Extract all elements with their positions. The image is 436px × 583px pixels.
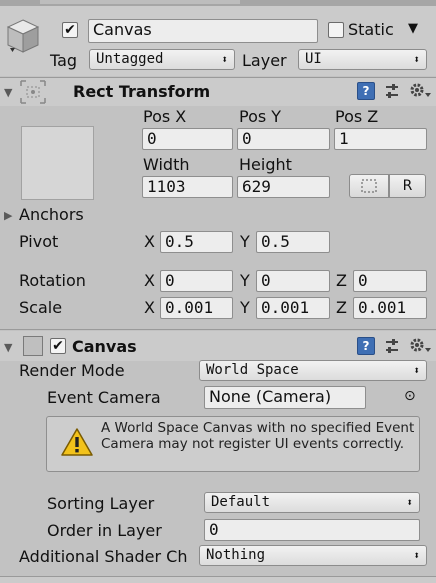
pivot-y-field[interactable]: 0.5	[256, 231, 330, 253]
warning-icon	[61, 427, 93, 457]
pos-y-label: Pos Y	[239, 107, 282, 126]
rotation-x-field[interactable]: 0	[160, 270, 233, 292]
pos-z-label: Pos Z	[335, 107, 379, 126]
raw-edit-button[interactable]: R	[389, 174, 426, 198]
rotation-label: Rotation	[19, 271, 86, 290]
rotation-x-axis-label[interactable]: X	[144, 271, 155, 290]
scale-y-axis-label[interactable]: Y	[240, 298, 250, 317]
rect-transform-title: Rect Transform	[73, 82, 211, 101]
help-icon[interactable]: ?	[357, 82, 375, 100]
layer-label: Layer	[242, 51, 287, 70]
warning-text: A World Space Canvas with no specified E…	[101, 420, 415, 452]
pos-z-field[interactable]: 1	[334, 128, 427, 150]
blueprint-mode-button[interactable]	[349, 174, 389, 198]
dropdown-arrow-icon: ⬍	[406, 496, 413, 509]
canvas-component-title: Canvas	[72, 337, 137, 356]
pivot-label: Pivot	[19, 232, 59, 251]
sorting-layer-dropdown[interactable]: Default ⬍	[204, 492, 420, 513]
tag-value: Untagged	[96, 51, 164, 67]
width-label: Width	[143, 155, 190, 174]
static-label: Static	[348, 20, 394, 39]
static-checkbox[interactable]	[328, 22, 344, 38]
render-mode-value: World Space	[206, 362, 299, 378]
gameobject-cube-icon	[6, 18, 40, 54]
help-icon[interactable]: ?	[357, 337, 375, 355]
tab-remnant	[40, 0, 240, 4]
pivot-y-axis-label[interactable]: Y	[240, 232, 250, 251]
static-dropdown-icon[interactable]: ▼	[408, 21, 418, 36]
shader-channels-value: Nothing	[206, 547, 266, 563]
pivot-x-field[interactable]: 0.5	[160, 231, 233, 253]
pivot-x-axis-label[interactable]: X	[144, 232, 155, 251]
sorting-layer-value: Default	[211, 494, 271, 510]
render-mode-dropdown[interactable]: World Space ⬍	[199, 360, 427, 381]
order-in-layer-field[interactable]: 0	[204, 519, 420, 541]
fold-right-icon[interactable]: ▶	[4, 209, 12, 222]
dropdown-arrow-icon: ⬍	[221, 53, 228, 66]
scale-z-axis-label[interactable]: Z	[336, 298, 347, 317]
event-camera-field[interactable]: None (Camera)	[204, 386, 366, 409]
width-field[interactable]: 1103	[142, 176, 233, 198]
next-component-header	[0, 577, 436, 583]
gear-icon[interactable]	[409, 81, 431, 99]
layer-value: UI	[305, 51, 322, 67]
shader-channels-dropdown[interactable]: Nothing ⬍	[199, 545, 427, 566]
rotation-z-field[interactable]: 0	[353, 270, 427, 292]
dropdown-arrow-icon: ⬍	[413, 549, 420, 562]
layer-dropdown[interactable]: UI ⬍	[298, 49, 427, 70]
fold-down-icon[interactable]: ▼	[4, 86, 12, 99]
scale-z-field[interactable]: 0.001	[353, 297, 427, 319]
rotation-y-field[interactable]: 0	[256, 270, 330, 292]
rotation-y-axis-label[interactable]: Y	[240, 271, 250, 290]
render-mode-label: Render Mode	[19, 361, 125, 380]
rotation-z-axis-label[interactable]: Z	[336, 271, 347, 290]
object-picker-icon[interactable]: ⊙	[404, 388, 416, 404]
gear-icon[interactable]	[409, 336, 431, 354]
order-in-layer-label: Order in Layer	[47, 521, 162, 540]
scale-y-field[interactable]: 0.001	[256, 297, 330, 319]
dropdown-arrow-icon: ⬍	[413, 364, 420, 377]
scale-x-field[interactable]: 0.001	[160, 297, 233, 319]
pos-x-field[interactable]: 0	[142, 128, 233, 150]
canvas-component-icon	[23, 336, 43, 356]
shader-channels-label: Additional Shader Ch	[19, 547, 188, 566]
gameobject-name-field[interactable]: Canvas	[88, 19, 318, 43]
anchors-label[interactable]: Anchors	[19, 205, 84, 224]
pos-y-field[interactable]: 0	[237, 128, 330, 150]
anchor-preset-button[interactable]	[21, 126, 94, 200]
fold-down-icon[interactable]: ▼	[4, 341, 12, 354]
presets-icon[interactable]	[383, 337, 401, 355]
scale-x-axis-label[interactable]: X	[144, 298, 155, 317]
canvas-enabled-checkbox[interactable]: ✔	[50, 338, 66, 354]
presets-icon[interactable]	[383, 82, 401, 100]
rect-transform-icon	[20, 80, 46, 104]
height-label: Height	[239, 155, 292, 174]
separator	[0, 329, 436, 330]
active-checkbox[interactable]: ✔	[62, 22, 78, 38]
pos-x-label: Pos X	[143, 107, 187, 126]
event-camera-label: Event Camera	[47, 388, 161, 407]
warning-helpbox: A World Space Canvas with no specified E…	[46, 416, 420, 472]
scale-label: Scale	[19, 298, 63, 317]
tag-label: Tag	[50, 51, 78, 70]
tag-dropdown[interactable]: Untagged ⬍	[89, 49, 235, 70]
sorting-layer-label: Sorting Layer	[47, 494, 155, 513]
height-field[interactable]: 629	[237, 176, 330, 198]
dropdown-arrow-icon: ⬍	[413, 53, 420, 66]
